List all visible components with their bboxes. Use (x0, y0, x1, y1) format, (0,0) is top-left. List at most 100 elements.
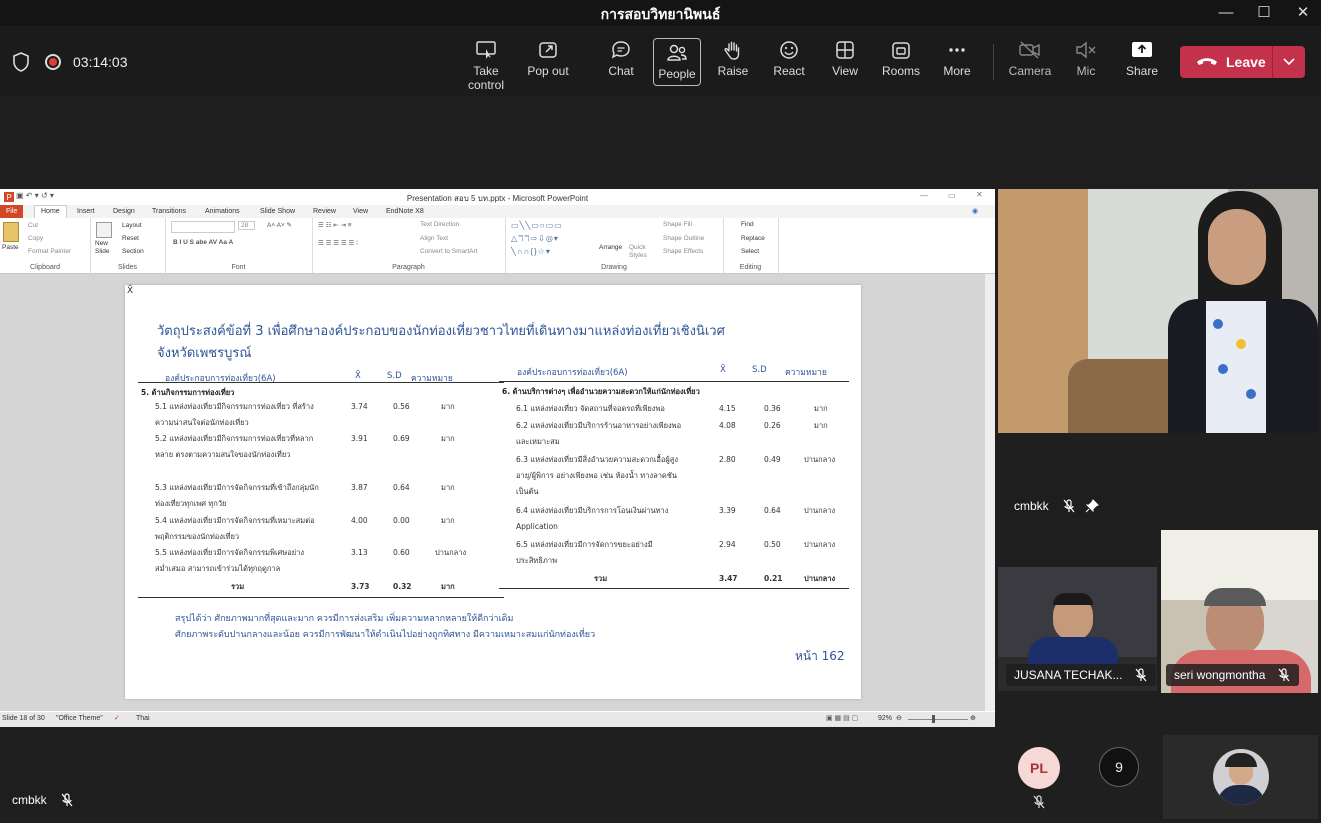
row-mean: 3.87 (351, 483, 368, 492)
share-button[interactable]: Share (1121, 36, 1163, 86)
pin-icon[interactable] (1085, 499, 1100, 513)
text-direction-button[interactable]: Text Direction (420, 221, 459, 228)
theme-name: "Office Theme" (56, 715, 103, 722)
tab-transitions[interactable]: Transitions (152, 208, 186, 215)
close-button[interactable]: ✕ (1283, 2, 1321, 24)
tab-insert[interactable]: Insert (77, 208, 95, 215)
vertical-scrollbar[interactable] (985, 274, 995, 711)
shape-effects-button[interactable]: Shape Effects (663, 248, 703, 255)
row-sd: 0.69 (393, 434, 410, 443)
slide-heading: วัตถุประสงค์ข้อที่ 3 เพื่อศึกษาองค์ประกอ… (157, 321, 757, 365)
tab-slideshow[interactable]: Slide Show (260, 208, 295, 215)
pp-minimize-button[interactable]: — (920, 191, 928, 200)
raise-hand-button[interactable]: Raise (713, 36, 753, 86)
reset-button[interactable]: Reset (122, 235, 139, 242)
new-slide-icon (96, 222, 112, 238)
table-row: 6.4 แหล่งท่องเที่ยวมีบริการการโอนเงินผ่า… (516, 503, 846, 537)
pop-out-button[interactable]: Pop out (525, 36, 571, 86)
camera-button[interactable]: Camera (1008, 36, 1052, 86)
view-button[interactable]: View (826, 36, 864, 86)
paste-button[interactable]: Paste (2, 244, 19, 251)
row-label: 5.2 แหล่งท่องเที่ยวมีกิจกรรมการท่องเที่ย… (155, 434, 314, 459)
shapes-gallery[interactable]: ▭╲╲▭○▭▭ (511, 221, 563, 230)
leave-button[interactable]: Leave (1180, 46, 1305, 78)
shape-outline-button[interactable]: Shape Outline (663, 235, 704, 242)
avatar-pl[interactable]: PL (1018, 747, 1060, 789)
tab-design[interactable]: Design (113, 208, 135, 215)
ribbon-group-font: 28 A˄ A˅ ✎ B I U S abe AV Aa A Font (165, 218, 313, 273)
participant-name-label: cmbkk (1014, 499, 1049, 513)
react-button[interactable]: React (769, 36, 809, 86)
quick-styles-button[interactable]: Quick Styles (629, 244, 651, 260)
take-control-button[interactable]: Take control (455, 36, 517, 92)
tab-animations[interactable]: Animations (205, 208, 240, 215)
list-buttons[interactable]: ☰ ☷ ⇤ ⇥ ≡ (318, 221, 352, 229)
total-meaning: ปานกลาง (804, 574, 836, 583)
font-format-buttons[interactable]: B I U S abe AV Aa A (173, 239, 233, 246)
tab-home[interactable]: Home (34, 205, 67, 218)
view-label: View (832, 64, 858, 78)
row-label: 6.4 แหล่งท่องเที่ยวมีบริการการโอนเงินผ่า… (516, 506, 669, 531)
chat-label: Chat (608, 64, 634, 78)
row-mean: 3.13 (351, 548, 368, 557)
align-text-button[interactable]: Align Text (420, 235, 448, 242)
select-button[interactable]: Select (741, 248, 759, 255)
format-painter-button[interactable]: Format Painter (28, 248, 71, 255)
quick-access-toolbar[interactable]: ▣ ↶ ▾ ↺ ▾ (16, 191, 54, 200)
spellcheck-icon[interactable]: ✓ (114, 714, 120, 722)
text-box-marker: X̄ (127, 286, 134, 296)
row-meaning: ปานกลาง (804, 455, 836, 464)
leave-divider (1272, 46, 1273, 78)
more-participants-count[interactable]: 9 (1099, 747, 1139, 787)
rooms-icon (892, 42, 910, 59)
font-name-field[interactable] (171, 221, 235, 233)
rooms-button[interactable]: Rooms (881, 36, 921, 86)
minimize-button[interactable]: — (1206, 2, 1246, 24)
row-label: 6.1 แหล่งท่องเที่ยว จัดสถานที่จอดรถที่เพ… (516, 404, 665, 413)
align-buttons[interactable]: ☰ ☰ ☰ ☰ ☰ ⁞ (318, 239, 358, 247)
cut-button[interactable]: Cut (28, 222, 38, 229)
font-grow-shrink[interactable]: A˄ A˅ ✎ (267, 221, 292, 229)
row-meaning: มาก (814, 404, 828, 413)
font-size-field[interactable]: 28 (238, 221, 256, 230)
chat-button[interactable]: Chat (600, 36, 642, 86)
tab-review[interactable]: Review (313, 208, 336, 215)
replace-button[interactable]: Replace (741, 235, 765, 242)
mic-button[interactable]: Mic (1067, 36, 1105, 86)
convert-smartart-button[interactable]: Convert to SmartArt (420, 248, 477, 255)
more-button[interactable]: More (938, 36, 976, 86)
shape-fill-button[interactable]: Shape Fill (663, 221, 692, 228)
more-label: More (943, 64, 971, 78)
zoom-slider[interactable]: ⊖ ⊕ (896, 715, 980, 723)
slide-heading-line1: วัตถุประสงค์ข้อที่ 3 เพื่อศึกษาองค์ประกอ… (157, 324, 725, 339)
pp-maximize-button[interactable]: ▭ (948, 191, 956, 200)
new-slide-button[interactable]: New Slide (95, 240, 117, 256)
mic-off-icon (1063, 499, 1075, 513)
tab-endnote[interactable]: EndNote X8 (386, 208, 424, 215)
tab-file[interactable]: File (0, 205, 24, 218)
people-button[interactable]: People (653, 38, 701, 86)
raise-hand-label: Raise (717, 64, 749, 78)
ribbon-group-drawing: ▭╲╲▭○▭▭ △ℸℸ⇨⇩◎▾ ╲∩∩{}☆▾ Arrange Quick St… (505, 218, 724, 273)
view-buttons[interactable]: ▣ ▦ ▤ ▢ (826, 714, 858, 722)
section-button[interactable]: Section (122, 248, 144, 255)
video-tile-main[interactable] (998, 189, 1318, 433)
tab-view[interactable]: View (353, 208, 368, 215)
pop-out-label: Pop out (527, 64, 569, 78)
slide-counter: Slide 18 of 30 (2, 715, 45, 722)
copy-button[interactable]: Copy (28, 235, 43, 242)
people-icon (667, 44, 687, 61)
people-label: People (658, 67, 696, 81)
pp-close-button[interactable]: ✕ (976, 190, 983, 199)
table-row: 6.1 แหล่งท่องเที่ยว จัดสถานที่จอดรถที่เพ… (516, 401, 846, 419)
participant-name-label: JUSANA TECHAK... (1014, 668, 1123, 682)
find-button[interactable]: Find (741, 221, 754, 228)
chevron-down-icon[interactable] (1280, 52, 1298, 70)
arrange-button[interactable]: Arrange (599, 244, 622, 251)
help-icon[interactable]: ◉ (972, 207, 978, 215)
layout-button[interactable]: Layout (122, 222, 142, 229)
self-view-tile[interactable] (1163, 735, 1318, 819)
row-meaning: มาก (441, 516, 455, 525)
leave-label: Leave (1226, 54, 1266, 70)
maximize-button[interactable]: ☐ (1244, 2, 1284, 24)
